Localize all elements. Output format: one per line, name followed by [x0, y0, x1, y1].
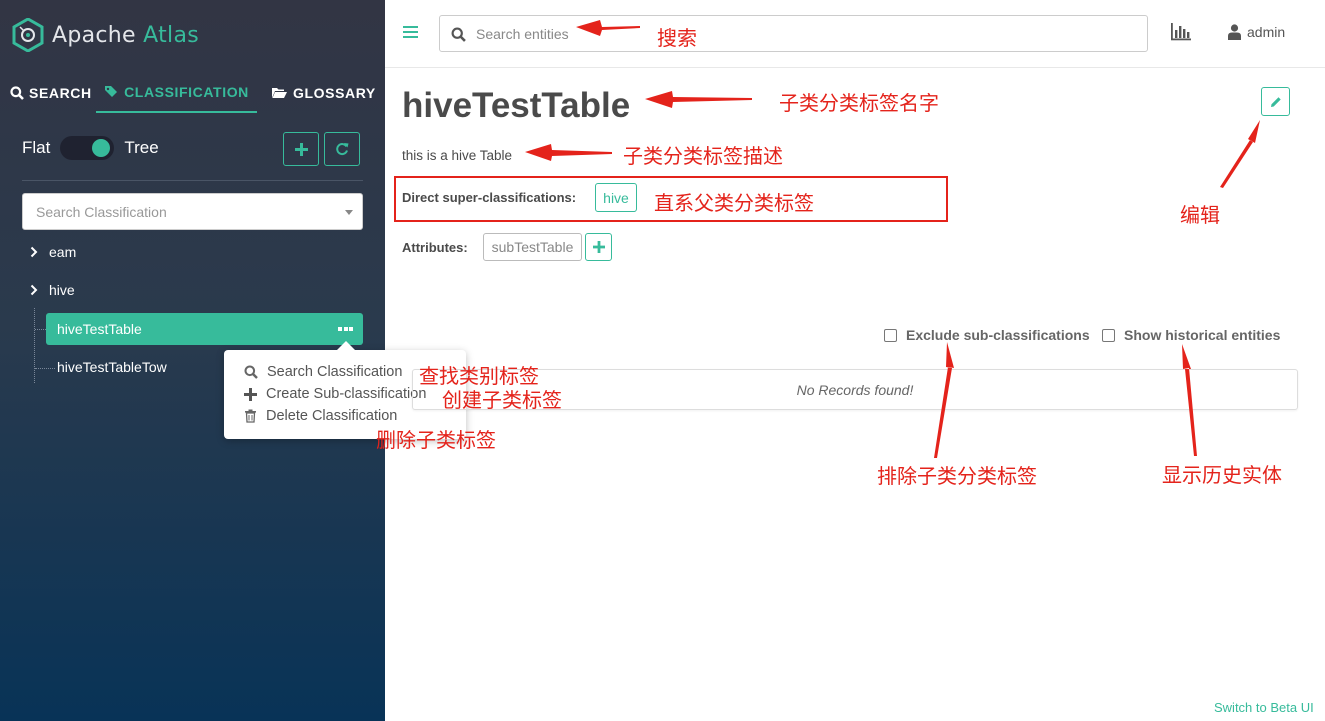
annotation-edit: 编辑: [1180, 205, 1220, 227]
exclude-sub-classifications-checkbox[interactable]: Exclude sub-classifications: [884, 327, 1090, 343]
classification-search[interactable]: [22, 193, 363, 230]
tree-connector: [34, 308, 35, 383]
checkbox-label: Show historical entities: [1124, 327, 1281, 343]
tag-icon: [105, 85, 118, 97]
tree-item-label: hive: [49, 282, 75, 298]
search-icon: [451, 27, 466, 42]
pencil-icon: [1270, 96, 1281, 107]
tree-connector: [35, 329, 46, 330]
bar-chart-icon[interactable]: [1170, 23, 1192, 41]
refresh-icon: [336, 143, 349, 155]
switch-knob: [92, 139, 111, 157]
chevron-right-icon[interactable]: [30, 284, 38, 296]
classification-description: this is a hive Table: [402, 148, 513, 163]
attributes-label: Attributes:: [402, 240, 468, 255]
tree-item-label: eam: [49, 244, 77, 260]
menu-item-delete-classification[interactable]: Delete Classification: [244, 408, 397, 424]
annotation-historical: 显示历史实体: [1162, 465, 1282, 487]
toggle-flat-label: Flat: [22, 138, 51, 157]
checkbox-label: Exclude sub-classifications: [906, 327, 1090, 343]
user-menu[interactable]: admin: [1228, 24, 1285, 40]
annotation-exclude: 排除子类分类标签: [877, 466, 1037, 488]
popover-arrow: [336, 341, 356, 351]
flat-tree-toggle: Flat Tree: [22, 134, 159, 162]
tree-item-hivetesttabletow[interactable]: hiveTestTableTow: [57, 359, 167, 375]
checkbox-box[interactable]: [1102, 328, 1115, 342]
menu-item-label: Search Classification: [267, 364, 403, 380]
classification-search-input[interactable]: [23, 194, 362, 229]
brand-name: Apache Atlas: [52, 22, 200, 48]
menu-item-create-sub-classification[interactable]: Create Sub-classification: [244, 386, 426, 402]
switch-to-beta-link[interactable]: Switch to Beta UI: [1214, 700, 1314, 715]
add-attribute-button[interactable]: [585, 233, 612, 261]
search-icon: [10, 85, 24, 100]
tab-glossary[interactable]: GLOSSARY: [271, 72, 376, 113]
super-classification-tag[interactable]: hive: [595, 183, 637, 212]
show-historical-entities-checkbox[interactable]: Show historical entities: [1102, 327, 1280, 343]
view-switch[interactable]: [60, 136, 115, 160]
user-name: admin: [1247, 24, 1286, 40]
tree-connector: [35, 368, 55, 369]
tree-item-eam[interactable]: eam: [49, 244, 76, 260]
menu-item-label: Delete Classification: [266, 408, 398, 424]
tab-classification-label: CLASSIFICATION: [124, 83, 249, 100]
sidebar-tabs: SEARCH CLASSIFICATION GLOSSARY: [0, 72, 385, 113]
header-divider: [385, 67, 1325, 68]
entity-search-input[interactable]: [440, 16, 1147, 51]
menu-item-label: Create Sub-classification: [266, 386, 427, 402]
more-options-icon[interactable]: [338, 327, 353, 332]
plus-icon: [592, 241, 605, 253]
chevron-right-icon[interactable]: [30, 246, 38, 258]
tree-item-hivetesttable[interactable]: hiveTestTable: [46, 313, 363, 345]
plus-icon: [244, 387, 257, 401]
tree-item-hive[interactable]: hive: [49, 282, 75, 298]
tab-classification[interactable]: CLASSIFICATION: [96, 72, 257, 113]
atlas-logo-icon: [12, 18, 44, 52]
edit-button[interactable]: [1261, 87, 1290, 116]
brand[interactable]: Apache Atlas: [12, 17, 199, 53]
annotation-name: 子类分类标签名字: [779, 93, 939, 115]
chevron-down-icon: [345, 210, 353, 215]
hamburger-menu-icon[interactable]: [403, 26, 418, 40]
annotation-super: 直系父类分类标签: [654, 193, 814, 215]
folder-open-icon: [272, 88, 287, 98]
no-records-message: No Records found!: [796, 381, 914, 398]
search-icon: [244, 365, 258, 379]
trash-icon: [245, 409, 256, 423]
user-icon: [1228, 24, 1241, 40]
add-classification-button[interactable]: [283, 132, 319, 166]
sidebar-divider: [22, 180, 363, 181]
tab-glossary-label: GLOSSARY: [293, 84, 376, 101]
menu-item-search-classification[interactable]: Search Classification: [244, 364, 402, 380]
refresh-button[interactable]: [324, 132, 360, 166]
tree-item-label: hiveTestTable: [57, 321, 142, 337]
annotation-create-sub: 创建子类标签: [442, 390, 562, 412]
annotation-search: 搜索: [657, 28, 697, 50]
tab-search[interactable]: SEARCH: [10, 72, 92, 113]
annotation-description: 子类分类标签描述: [623, 146, 783, 168]
plus-icon: [294, 142, 308, 156]
toggle-tree-label: Tree: [124, 138, 159, 157]
checkbox-box[interactable]: [884, 328, 897, 342]
entity-search[interactable]: [439, 15, 1148, 52]
tab-search-label: SEARCH: [29, 84, 92, 101]
super-classifications-label: Direct super-classifications:: [402, 190, 577, 205]
attribute-tag[interactable]: subTestTable: [483, 233, 582, 261]
annotation-delete-sub: 删除子类标签: [376, 430, 496, 452]
atlas-classification-page: Apache Atlas SEARCH CLASSIFICATION GLOSS…: [0, 0, 1325, 721]
tree-item-label: hiveTestTableTow: [57, 359, 167, 375]
classification-title: hiveTestTable: [402, 86, 631, 125]
